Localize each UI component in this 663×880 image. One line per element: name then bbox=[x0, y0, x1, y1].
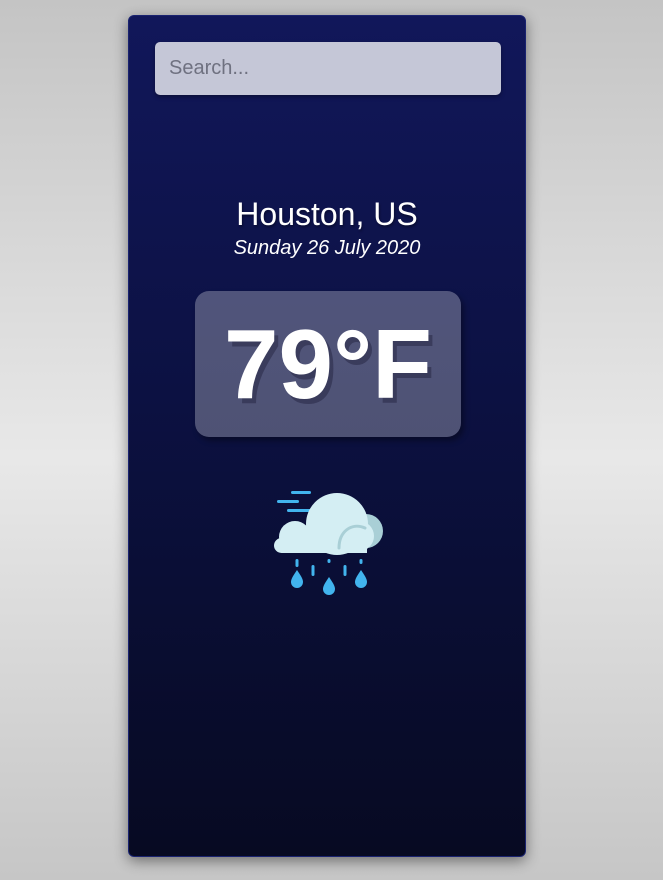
search-input[interactable] bbox=[155, 42, 501, 95]
date-label: Sunday 26 July 2020 bbox=[233, 237, 421, 259]
weather-app-card: Houston, US Sunday 26 July 2020 79°F bbox=[128, 15, 526, 857]
rain-cloud-icon bbox=[273, 488, 385, 596]
temperature-panel: 79°F bbox=[195, 291, 461, 437]
location-label: Houston, US bbox=[236, 196, 418, 232]
temperature-value: 79°F bbox=[223, 309, 433, 419]
